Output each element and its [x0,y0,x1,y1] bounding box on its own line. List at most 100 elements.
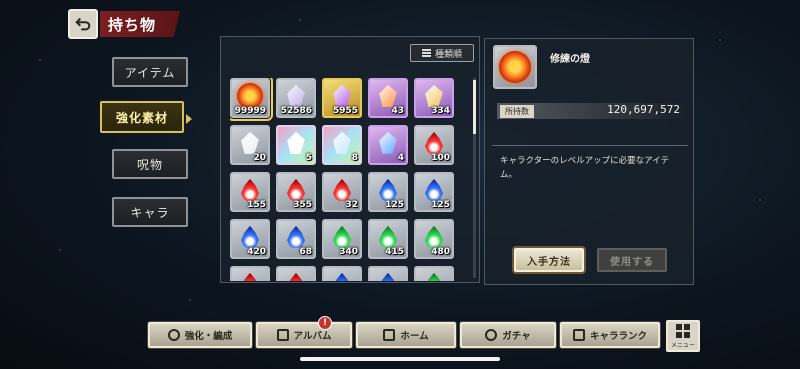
flame-icon [287,272,305,281]
item-slot[interactable]: 4 [368,125,408,165]
item-slot[interactable]: 8 [322,125,362,165]
crystal-icon [425,84,443,107]
notification-badge: ! [318,316,332,330]
flame-icon [241,178,259,201]
item-count: 420 [247,247,266,257]
use-button[interactable]: 使用する [597,248,667,272]
item-slot[interactable]: 355 [276,172,316,212]
crystal-icon [379,131,397,154]
nav-gacha[interactable]: ガチャ [460,322,556,348]
tab-cursed-items[interactable]: 呪物 [112,149,188,179]
tab-characters[interactable]: キャラ [112,197,188,227]
item-slot[interactable]: 68 [276,219,316,259]
item-slot[interactable]: 334 [414,78,454,118]
flame-icon [425,178,443,201]
item-slot[interactable]: 125 [414,172,454,212]
page-title: 持ち物 [100,11,180,37]
item-count: 334 [431,106,450,116]
item-slot[interactable]: 5955 [322,78,362,118]
nav-upgrade-formation[interactable]: 強化・編成 [148,322,252,348]
flame-icon [333,272,351,281]
flame-icon [287,178,305,201]
crystal-icon [333,84,351,107]
owned-value: 120,697,572 [607,103,680,116]
item-slot[interactable]: 100 [414,125,454,165]
sort-list-icon [421,49,431,57]
item-slot[interactable]: 52586 [276,78,316,118]
item-slot[interactable] [414,266,454,281]
item-slot[interactable]: 415 [368,219,408,259]
item-count: 43 [391,106,404,116]
active-tab-arrow-icon [186,114,192,124]
item-count: 68 [299,247,312,257]
item-count: 5 [305,153,312,163]
nav-gacha-label: ガチャ [502,331,531,342]
flame-icon [333,225,351,248]
item-slot[interactable]: 5 [276,125,316,165]
tab-items[interactable]: アイテム [112,57,188,87]
item-count: 8 [351,153,358,163]
flame-icon [241,225,259,248]
nav-rank-label: キャラランク [589,331,647,342]
item-count: 4 [397,153,404,163]
nav-home[interactable]: ホーム [356,322,456,348]
item-slot[interactable]: 99999 [230,78,273,121]
nav-character-rank[interactable]: キャラランク [560,322,660,348]
obtain-method-button[interactable]: 入手方法 [514,248,584,272]
nav-album[interactable]: アルバム [256,322,352,348]
owned-label: 所持数 [500,105,534,118]
home-indicator[interactable] [300,357,500,361]
detail-divider [492,145,688,146]
flame-icon [333,178,351,201]
back-button[interactable] [68,9,98,39]
sort-button[interactable]: 種類順 [410,44,474,62]
flame-icon [241,272,259,281]
item-slot[interactable]: 125 [368,172,408,212]
crystal-icon [287,131,305,154]
menu-button[interactable]: メニュー [666,320,700,352]
item-count: 155 [247,200,266,210]
sort-label: 種類順 [434,49,462,60]
item-slot[interactable] [368,266,408,281]
item-slot[interactable]: 420 [230,219,270,259]
flame-icon [379,272,397,281]
item-slot[interactable]: 480 [414,219,454,259]
crystal-icon [379,84,397,107]
nav-album-label: アルバム [293,331,332,342]
flame-icon [379,178,397,201]
nav-home-label: ホーム [400,331,429,342]
menu-label: メニュー [670,341,695,349]
upgrade-icon [167,329,180,341]
detail-description: キャラクターのレベルアップに必要なアイテム。 [500,156,670,180]
item-scrollbar-thumb[interactable] [473,80,476,134]
item-slot[interactable]: 340 [322,219,362,259]
item-count: 355 [293,200,312,210]
flame-icon [425,272,443,281]
rank-icon [572,329,585,341]
item-count: 125 [385,200,404,210]
home-icon [383,329,396,341]
item-count: 340 [339,247,358,257]
crystal-icon [241,131,259,154]
item-grid-viewport[interactable]: 99999 52586 5955 43 334 20 5 8 4 100 155 355 32 125 12… [230,78,472,281]
item-count: 52586 [280,106,312,116]
item-slot[interactable] [230,266,270,281]
crystal-icon [287,84,305,107]
flame-icon [425,225,443,248]
item-slot[interactable]: 32 [322,172,362,212]
item-count: 20 [253,153,266,163]
item-slot[interactable] [322,266,362,281]
tab-upgrade-materials[interactable]: 強化素材 [100,101,184,133]
detail-item-name: 修練の燈 [550,54,590,65]
item-grid: 99999 52586 5955 43 334 20 5 8 4 100 155 355 32 125 12… [230,78,454,281]
item-slot[interactable]: 43 [368,78,408,118]
flame-icon [287,225,305,248]
item-slot[interactable]: 20 [230,125,270,165]
album-icon [276,329,289,341]
flame-icon [425,131,443,154]
flame-orb-icon [499,51,531,83]
item-count: 125 [431,200,450,210]
item-slot[interactable]: 155 [230,172,270,212]
item-count: 100 [431,153,450,163]
item-slot[interactable] [276,266,316,281]
